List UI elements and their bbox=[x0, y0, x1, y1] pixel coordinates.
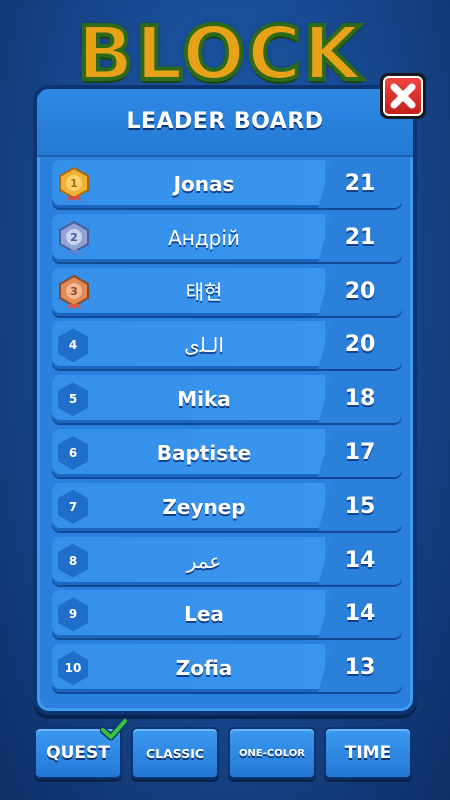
leaderboard-row: 10 Zofia 13 bbox=[52, 644, 402, 693]
player-name: الـﻠى bbox=[184, 333, 224, 358]
close-icon bbox=[390, 83, 416, 109]
bronze-medal-icon: 3 bbox=[59, 274, 89, 309]
close-button[interactable] bbox=[380, 73, 426, 119]
player-name: Mika bbox=[177, 387, 231, 412]
rank-badge: 8 bbox=[58, 543, 88, 578]
player-score: 20 bbox=[344, 332, 376, 358]
mode-tabs: QUEST CLASSIC ONE-COLOR TIME bbox=[34, 717, 414, 781]
player-name: Zofia bbox=[175, 656, 233, 681]
rank-badge: 6 bbox=[58, 435, 88, 470]
player-score: 17 bbox=[344, 439, 376, 465]
player-score: 20 bbox=[344, 278, 376, 304]
leaderboard-title: LEADER BOARD bbox=[126, 109, 324, 134]
mode-classic-label: CLASSIC bbox=[145, 745, 205, 761]
leaderboard-list: 1 Jonas 21 2 Андрій 21 3 태현 20 4 الـﻠى 2… bbox=[52, 160, 402, 698]
player-name: Baptiste bbox=[156, 440, 252, 465]
mode-classic-button[interactable]: CLASSIC bbox=[131, 727, 219, 779]
game-logo: BLOCK bbox=[75, 14, 363, 94]
leaderboard-row: 2 Андрій 21 bbox=[52, 213, 402, 262]
player-name: Zeynep bbox=[162, 494, 246, 519]
silver-medal-icon: 2 bbox=[59, 220, 89, 255]
player-score: 18 bbox=[344, 386, 376, 412]
gold-medal-icon: 1 bbox=[59, 166, 89, 201]
leaderboard-row: 3 태현 20 bbox=[52, 267, 402, 316]
player-name: Андрій bbox=[168, 225, 240, 250]
leaderboard-header: LEADER BOARD bbox=[37, 89, 413, 157]
svg-text:1: 1 bbox=[70, 177, 78, 190]
mode-quest-label: QUEST bbox=[46, 743, 110, 763]
rank-badge: 9 bbox=[58, 597, 88, 632]
player-name: Jonas bbox=[173, 172, 235, 196]
mode-one-color-label: ONE-COLOR bbox=[239, 747, 305, 759]
player-score: 21 bbox=[344, 171, 376, 196]
check-icon bbox=[100, 717, 128, 741]
player-score: 15 bbox=[344, 493, 376, 519]
leaderboard-row: 9 Lea 14 bbox=[52, 590, 402, 639]
svg-text:2: 2 bbox=[70, 231, 78, 244]
leaderboard-row: 4 الـﻠى 20 bbox=[52, 321, 402, 370]
leaderboard-row: 7 Zeynep 15 bbox=[52, 482, 402, 531]
player-score: 21 bbox=[344, 224, 376, 250]
rank-badge: 7 bbox=[58, 489, 88, 524]
mode-time-label: TIME bbox=[344, 743, 392, 763]
player-score: 14 bbox=[344, 601, 376, 627]
mode-one-color-button[interactable]: ONE-COLOR bbox=[228, 727, 316, 779]
leaderboard-row: 6 Baptiste 17 bbox=[52, 428, 402, 477]
rank-badge: 5 bbox=[58, 382, 88, 417]
leaderboard-row: 5 Mika 18 bbox=[52, 375, 402, 424]
leaderboard-row: 8 عمر 14 bbox=[52, 536, 402, 585]
player-name: 태현 bbox=[185, 279, 223, 304]
mode-time-button[interactable]: TIME bbox=[324, 727, 412, 779]
player-name: عمر bbox=[186, 548, 222, 573]
leaderboard-row: 1 Jonas 21 bbox=[52, 160, 402, 208]
rank-badge: 10 bbox=[58, 651, 88, 686]
player-name: Lea bbox=[184, 602, 224, 627]
svg-text:3: 3 bbox=[70, 285, 78, 298]
rank-badge: 4 bbox=[58, 328, 88, 363]
player-score: 13 bbox=[344, 655, 376, 681]
player-score: 14 bbox=[344, 547, 376, 573]
